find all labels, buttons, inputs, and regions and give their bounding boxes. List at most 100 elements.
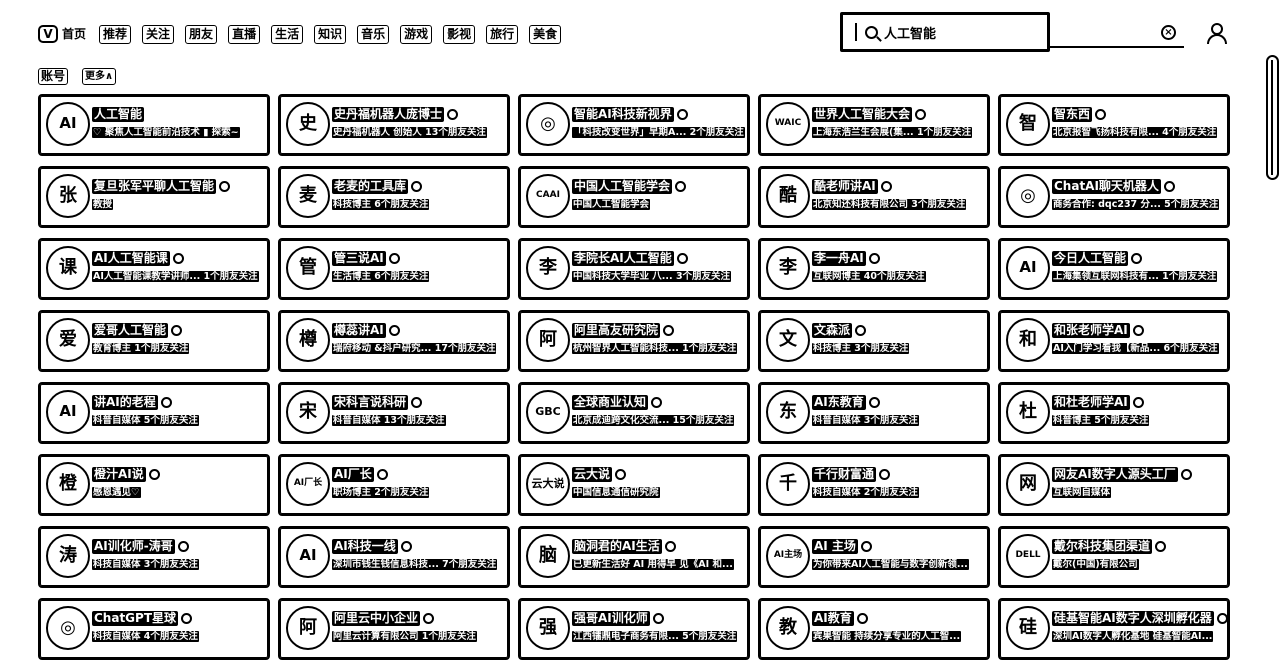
avatar[interactable]: DELL: [1006, 534, 1050, 578]
account-name[interactable]: 爱哥人工智能: [92, 323, 169, 338]
account-name[interactable]: 阿里高友研究院: [572, 323, 661, 338]
clear-search-icon[interactable]: ×: [1161, 25, 1176, 40]
account-name[interactable]: 今日人工智能: [1052, 251, 1129, 266]
account-card[interactable]: ◎ ChatGPT星球 科技自媒体 4个朋友关注: [38, 598, 270, 660]
avatar[interactable]: 宋: [286, 390, 330, 434]
account-name[interactable]: 李一舟AI: [812, 251, 866, 266]
account-card[interactable]: 教 AI教育 宾果智能 持续分享专业的人工智...: [758, 598, 990, 660]
account-name[interactable]: 樽蕊讲AI: [332, 323, 386, 338]
account-name[interactable]: 强哥AI训化师: [572, 611, 650, 626]
nav-item-home[interactable]: 首页: [60, 25, 89, 43]
avatar[interactable]: 史: [286, 102, 330, 146]
avatar[interactable]: 东: [766, 390, 810, 434]
avatar[interactable]: 智: [1006, 102, 1050, 146]
account-name[interactable]: 云大说: [572, 467, 613, 482]
avatar[interactable]: 网: [1006, 462, 1050, 506]
account-name[interactable]: 中国人工智能学会: [572, 179, 673, 194]
account-name[interactable]: 宋科言说科研: [332, 395, 409, 410]
account-card[interactable]: AI 今日人工智能 上海集领互联网科技有... 1个朋友关注: [998, 238, 1230, 300]
account-name[interactable]: 史丹福机器人庞博士: [332, 107, 445, 122]
avatar[interactable]: 酷: [766, 174, 810, 218]
scrollbar[interactable]: [1266, 55, 1279, 180]
account-card[interactable]: 樽樽蕊讲AI 瑞府移动 &抖户研究... 17个朋友关注: [278, 310, 510, 372]
filter-account[interactable]: 账号: [38, 68, 69, 85]
nav-item-knowledge[interactable]: 知识: [314, 24, 347, 44]
avatar[interactable]: 千: [766, 462, 810, 506]
account-card[interactable]: 云大说 云大说 中国信息通信研究院: [518, 454, 750, 516]
account-name[interactable]: 脑洞君的AI生活: [572, 539, 662, 554]
avatar[interactable]: GBC: [526, 390, 570, 434]
account-card[interactable]: ◎ ChatAI聊天机器人 商务合作: dqc237 分... 5个朋友关注: [998, 166, 1230, 228]
avatar[interactable]: AI: [1006, 246, 1050, 290]
account-card[interactable]: 千千行财富通 科技自媒体 2个朋友关注: [758, 454, 990, 516]
account-name[interactable]: AI训化师-涛哥: [92, 539, 175, 554]
account-name[interactable]: AI 主场: [812, 539, 858, 554]
account-name[interactable]: AI科技一线: [332, 539, 398, 554]
account-card[interactable]: 李李院长AI人工智能 中国科技大学毕业 八... 3个朋友关注: [518, 238, 750, 300]
account-name[interactable]: AI厂长: [332, 467, 374, 482]
account-name[interactable]: 智东西: [1052, 107, 1093, 122]
nav-item-follow[interactable]: 关注: [142, 24, 175, 44]
avatar[interactable]: 脑: [526, 534, 570, 578]
user-profile-icon[interactable]: [1206, 22, 1228, 46]
avatar[interactable]: ◎: [1006, 174, 1050, 218]
nav-item-recommend[interactable]: 推荐: [99, 24, 132, 44]
nav-item-music[interactable]: 音乐: [357, 24, 390, 44]
avatar[interactable]: ◎: [526, 102, 570, 146]
nav-item-film[interactable]: 影视: [443, 24, 476, 44]
filter-more[interactable]: 更多∧: [82, 68, 117, 85]
avatar[interactable]: WAIC: [766, 102, 810, 146]
account-card[interactable]: 东 AI东教育 科普自媒体 3个朋友关注: [758, 382, 990, 444]
search-query[interactable]: 人工智能: [884, 23, 936, 42]
account-name[interactable]: 管三说AI: [332, 251, 386, 266]
account-card[interactable]: 杜和杜老师学AI 科普博主 5个朋友关注: [998, 382, 1230, 444]
avatar[interactable]: AI主场: [766, 534, 810, 578]
avatar[interactable]: 张: [46, 174, 90, 218]
account-name[interactable]: 千行财富通: [812, 467, 877, 482]
account-card[interactable]: AI主场 AI 主场 为你带来AI人工智能与数字创新领...: [758, 526, 990, 588]
account-card[interactable]: 管管三说AI 生活博主 6个朋友关注: [278, 238, 510, 300]
nav-item-travel[interactable]: 旅行: [486, 24, 519, 44]
account-card[interactable]: CAAI 中国人工智能学会 中国人工智能学会: [518, 166, 750, 228]
nav-item-friends[interactable]: 朋友: [185, 24, 218, 44]
avatar[interactable]: 涛: [46, 534, 90, 578]
account-card[interactable]: 强强哥AI训化师 江西镭鼎电子商务有限... 5个朋友关注: [518, 598, 750, 660]
avatar[interactable]: CAAI: [526, 174, 570, 218]
account-card[interactable]: 阿阿里云中小企业 阿里云计算有限公司 1个朋友关注: [278, 598, 510, 660]
account-name[interactable]: ChatAI聊天机器人: [1052, 179, 1161, 194]
account-card[interactable]: ◎ 智能AI科技新视界 「科技改变世界」早期A... 2个朋友关注: [518, 94, 750, 156]
account-card[interactable]: 史史丹福机器人庞博士 史丹福机器人 创始人 13个朋友关注: [278, 94, 510, 156]
account-name[interactable]: 世界人工智能大会: [812, 107, 913, 122]
account-card[interactable]: 课 AI人工智能课 AI人工智能课教学讲师... 1个朋友关注: [38, 238, 270, 300]
account-card[interactable]: 李李一舟AI 互联网博主 40个朋友关注: [758, 238, 990, 300]
account-card[interactable]: 硅硅基智能AI数字人深圳孵化器 深圳AI数字人孵化基地 硅基智能AI...: [998, 598, 1230, 660]
avatar[interactable]: 橙: [46, 462, 90, 506]
avatar[interactable]: 强: [526, 606, 570, 650]
account-card[interactable]: 脑脑洞君的AI生活 已更新生活好 AI 用得早 见《AI 和...: [518, 526, 750, 588]
account-card[interactable]: 酷酷老师讲AI 北京知还科技有限公司 3个朋友关注: [758, 166, 990, 228]
avatar[interactable]: 阿: [286, 606, 330, 650]
account-name[interactable]: 和杜老师学AI: [1052, 395, 1130, 410]
account-card[interactable]: WAIC 世界人工智能大会 上海东浩兰生会展(集... 1个朋友关注: [758, 94, 990, 156]
avatar[interactable]: AI厂长: [286, 462, 330, 506]
account-name[interactable]: AI教育: [812, 611, 854, 626]
account-card[interactable]: 张复旦张军平聊人工智能 教授: [38, 166, 270, 228]
account-name[interactable]: 硅基智能AI数字人深圳孵化器: [1052, 611, 1214, 626]
avatar[interactable]: 文: [766, 318, 810, 362]
account-card[interactable]: AI厂长 AI厂长 职场博主 2个朋友关注: [278, 454, 510, 516]
account-name[interactable]: 老麦的工具库: [332, 179, 409, 194]
avatar[interactable]: AI: [286, 534, 330, 578]
account-name[interactable]: 全球商业认知: [572, 395, 649, 410]
account-name[interactable]: 橙汁AI说: [92, 467, 146, 482]
account-card[interactable]: 阿阿里高友研究院 杭州智界人工智能科技... 1个朋友关注: [518, 310, 750, 372]
account-card[interactable]: DELL 戴尔科技集团渠道 戴尔(中国)有限公司: [998, 526, 1230, 588]
avatar[interactable]: 杜: [1006, 390, 1050, 434]
account-card[interactable]: 橙橙汁AI说 感恩遇见♡: [38, 454, 270, 516]
avatar[interactable]: 李: [526, 246, 570, 290]
account-card[interactable]: AI 讲AI的老程 科普自媒体 5个朋友关注: [38, 382, 270, 444]
account-card[interactable]: 涛 AI训化师-涛哥 科技自媒体 3个朋友关注: [38, 526, 270, 588]
avatar[interactable]: 阿: [526, 318, 570, 362]
nav-item-live[interactable]: 直播: [228, 24, 261, 44]
avatar[interactable]: 教: [766, 606, 810, 650]
account-card[interactable]: AI AI科技一线 深圳市钱生钱信息科技... 7个朋友关注: [278, 526, 510, 588]
